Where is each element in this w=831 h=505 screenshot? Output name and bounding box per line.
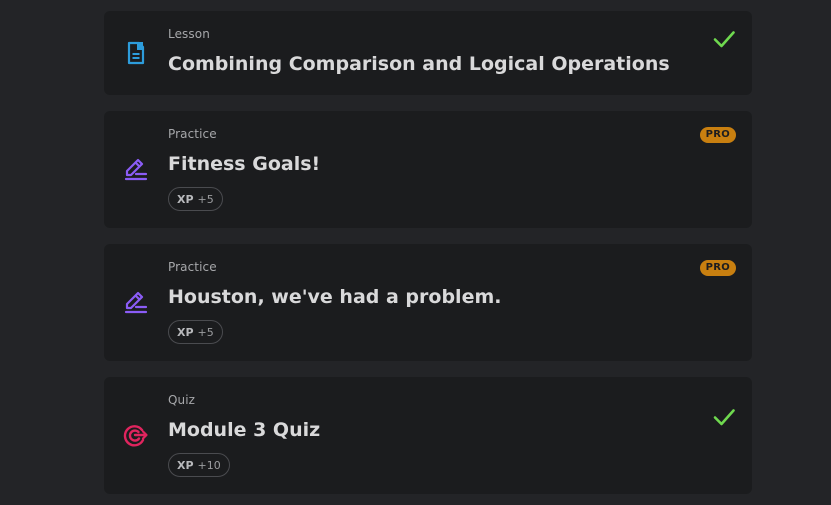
module-item-list: Lesson Combining Comparison and Logical … bbox=[104, 11, 752, 494]
xp-value: +5 bbox=[197, 325, 214, 339]
item-type-label: Lesson bbox=[168, 27, 210, 41]
lesson-document-icon bbox=[127, 41, 145, 65]
quiz-card[interactable]: Quiz Module 3 Quiz XP +10 bbox=[104, 377, 752, 494]
xp-badge: XP +5 bbox=[168, 187, 223, 211]
xp-badge: XP +5 bbox=[168, 320, 223, 344]
xp-label: XP bbox=[177, 192, 194, 206]
completed-check-icon bbox=[713, 31, 735, 48]
practice-pencil-icon bbox=[124, 158, 148, 181]
item-type-label: Practice bbox=[168, 260, 217, 274]
item-type-label: Quiz bbox=[168, 393, 196, 407]
item-title[interactable]: Module 3 Quiz bbox=[168, 419, 320, 441]
pro-badge: PRO bbox=[699, 127, 736, 143]
practice-card[interactable]: Practice Houston, we've had a problem. X… bbox=[104, 244, 752, 361]
quiz-target-icon bbox=[123, 425, 148, 447]
item-title[interactable]: Fitness Goals! bbox=[168, 153, 320, 175]
xp-badge: XP +10 bbox=[168, 453, 230, 477]
xp-value: +5 bbox=[197, 192, 214, 206]
practice-pencil-icon bbox=[124, 291, 148, 314]
item-title[interactable]: Houston, we've had a problem. bbox=[168, 286, 501, 308]
item-type-label: Practice bbox=[168, 127, 217, 141]
practice-card[interactable]: Practice Fitness Goals! XP +5 PRO bbox=[104, 111, 752, 228]
xp-label: XP bbox=[177, 325, 194, 339]
xp-value: +10 bbox=[197, 458, 221, 472]
lesson-card[interactable]: Lesson Combining Comparison and Logical … bbox=[104, 11, 752, 95]
xp-label: XP bbox=[177, 458, 194, 472]
item-title[interactable]: Combining Comparison and Logical Operati… bbox=[168, 53, 670, 75]
pro-badge: PRO bbox=[699, 260, 736, 276]
completed-check-icon bbox=[713, 409, 735, 426]
